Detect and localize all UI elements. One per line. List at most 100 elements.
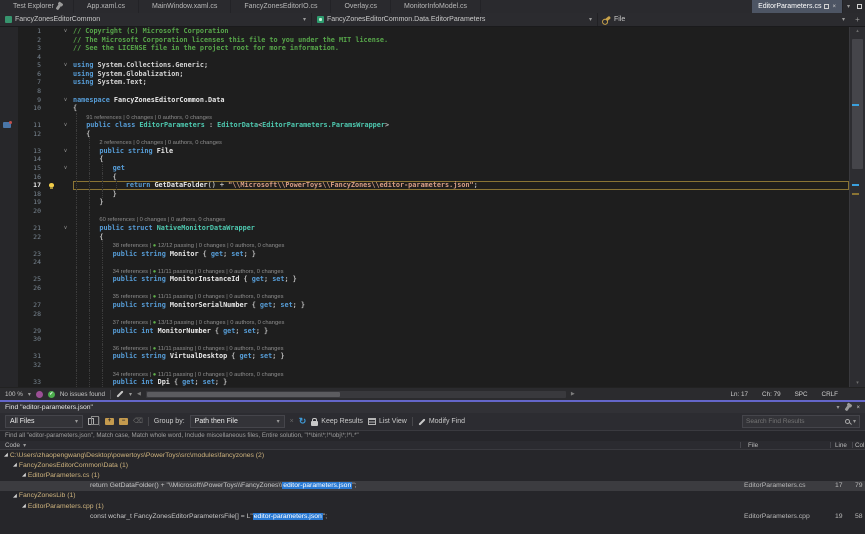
close-panel-icon[interactable]: × xyxy=(856,405,860,411)
clear-results-icon[interactable]: ⌫ xyxy=(133,418,143,425)
fold-marker[interactable]: ∨ xyxy=(58,147,73,156)
scroll-down-icon[interactable]: ▾ xyxy=(850,379,865,387)
reference-glyph-icon[interactable] xyxy=(3,122,11,128)
codelens-row[interactable]: 60 references | 0 changes | 0 authors, 0… xyxy=(0,215,849,224)
codelens-row[interactable]: 34 references | ● 11/11 passing | 0 chan… xyxy=(0,370,849,379)
code-line[interactable]: 31public string VirtualDesktop { get; se… xyxy=(0,352,849,361)
fold-marker[interactable]: ∨ xyxy=(58,96,73,105)
code-line[interactable]: 27public string MonitorSerialNumber { ge… xyxy=(0,301,849,310)
search-input[interactable] xyxy=(746,418,842,425)
column-divider[interactable] xyxy=(740,442,741,448)
code-editor[interactable]: 1∨// Copyright (c) Microsoft Corporation… xyxy=(0,27,865,387)
codelens-row[interactable]: 36 references | ● 11/11 passing | 0 chan… xyxy=(0,344,849,353)
column-divider[interactable] xyxy=(830,442,831,448)
code-line[interactable]: 18} xyxy=(0,190,849,199)
code-line[interactable]: 20 xyxy=(0,207,849,216)
tab-item[interactable]: FancyZonesEditorIO.cs xyxy=(231,0,331,13)
tab-item[interactable]: Overlay.cs xyxy=(331,0,391,13)
code-line[interactable]: 23public string Monitor { get; set; } xyxy=(0,250,849,259)
col-column-header[interactable]: Col xyxy=(855,441,864,450)
expand-arrow-icon[interactable]: ◢ xyxy=(22,472,26,478)
pin-icon[interactable] xyxy=(845,404,851,411)
codelens-row[interactable]: 37 references | ● 13/13 passing | 0 chan… xyxy=(0,318,849,327)
member-dropdown[interactable]: File xyxy=(598,13,850,26)
pin-icon[interactable] xyxy=(55,3,61,10)
expand-arrow-icon[interactable]: ◢ xyxy=(13,493,17,499)
code-line[interactable]: 13∨public string File xyxy=(0,147,849,156)
lightbulb-icon[interactable] xyxy=(49,183,54,187)
scope-dropdown[interactable]: All Files xyxy=(5,415,83,428)
expand-arrow-icon[interactable]: ◢ xyxy=(13,462,17,468)
code-line[interactable]: 2// The Microsoft Corporation licenses t… xyxy=(0,36,849,45)
code-line[interactable]: 6using System.Globalization; xyxy=(0,70,849,79)
code-line[interactable]: 9∨namespace FancyZonesEditorCommon.Data xyxy=(0,96,849,105)
chevron-down-icon[interactable] xyxy=(28,391,31,398)
fold-marker[interactable]: ∨ xyxy=(58,27,73,36)
code-line[interactable]: 7using System.Text; xyxy=(0,78,849,87)
find-result-row[interactable]: ◢C:\Users\zhaopengwang\Desktop\powertoys… xyxy=(0,450,865,460)
column-divider[interactable] xyxy=(852,442,853,448)
file-column-header[interactable]: File xyxy=(748,441,758,450)
tab-item[interactable]: MonitorInfoModel.cs xyxy=(391,0,481,13)
code-line[interactable]: 24 xyxy=(0,258,849,267)
code-line[interactable]: 16{ xyxy=(0,173,849,182)
code-line[interactable]: 25public string MonitorInstanceId { get;… xyxy=(0,275,849,284)
code-line[interactable]: 17return GetDataFolder() + "\\Microsoft\… xyxy=(0,181,849,190)
keep-results-button[interactable]: Keep Results xyxy=(311,418,363,426)
float-tab-button[interactable] xyxy=(854,0,865,13)
expand-all-icon[interactable]: + xyxy=(105,418,114,425)
codelens-row[interactable]: 34 references | ● 11/11 passing | 0 chan… xyxy=(0,267,849,276)
code-line[interactable]: 3// See the LICENSE file in the project … xyxy=(0,44,849,53)
refresh-icon[interactable]: ↻ xyxy=(299,417,307,426)
code-line[interactable]: 8 xyxy=(0,87,849,96)
codelens-row[interactable]: 91 references | 0 changes | 0 authors, 0… xyxy=(0,113,849,122)
space-indicator[interactable]: SPC xyxy=(795,391,808,398)
code-line[interactable]: 10{ xyxy=(0,104,849,113)
fold-marker[interactable]: ∨ xyxy=(58,61,73,70)
fold-marker[interactable]: ∨ xyxy=(58,121,73,130)
scroll-up-icon[interactable]: ▴ xyxy=(850,27,865,35)
code-line[interactable]: 28 xyxy=(0,310,849,319)
group-by-dropdown[interactable]: Path then File xyxy=(190,415,285,428)
eol-indicator[interactable]: CRLF xyxy=(822,391,838,398)
code-line[interactable]: 33public int Dpi { get; set; } xyxy=(0,378,849,387)
window-position-icon[interactable] xyxy=(836,404,839,411)
extension-status-icon[interactable] xyxy=(36,391,43,398)
code-line[interactable]: 26 xyxy=(0,284,849,293)
code-line[interactable]: 4 xyxy=(0,53,849,62)
type-dropdown[interactable]: FancyZonesEditorCommon.Data.EditorParame… xyxy=(312,13,598,26)
code-line[interactable]: 30 xyxy=(0,335,849,344)
find-results-title-bar[interactable]: Find "editor-parameters.json" × xyxy=(0,402,865,413)
code-line[interactable]: 1∨// Copyright (c) Microsoft Corporation xyxy=(0,27,849,36)
line-column-header[interactable]: Line xyxy=(835,441,847,450)
scroll-left-icon[interactable]: ◀ xyxy=(137,392,141,397)
find-result-row[interactable]: ◢EditorParameters.cs (1) xyxy=(0,470,865,480)
code-line[interactable]: 5∨using System.Collections.Generic; xyxy=(0,61,849,70)
find-result-row[interactable]: ◢FancyZonesEditorCommon\Data (1) xyxy=(0,460,865,470)
scroll-right-icon[interactable]: ▶ xyxy=(571,392,575,397)
collapse-all-icon[interactable]: − xyxy=(119,418,128,425)
code-line[interactable]: 21∨public struct NativeMonitorDataWrappe… xyxy=(0,224,849,233)
code-line[interactable]: 12{ xyxy=(0,130,849,139)
codelens-row[interactable]: 35 references | ● 11/11 passing | 0 chan… xyxy=(0,292,849,301)
code-line[interactable]: 11∨public class EditorParameters : Edito… xyxy=(0,121,849,130)
find-result-row[interactable]: ◢FancyZonesLib (1) xyxy=(0,491,865,501)
tab-list-dropdown-button[interactable] xyxy=(843,0,854,13)
issues-status[interactable]: No issues found xyxy=(60,391,105,398)
tab-item[interactable]: App.xaml.cs xyxy=(74,0,139,13)
keep-open-icon[interactable] xyxy=(824,4,829,9)
search-find-results-box[interactable] xyxy=(742,415,860,428)
code-line[interactable]: 22{ xyxy=(0,233,849,242)
scrollbar-thumb[interactable] xyxy=(147,392,340,397)
fold-marker[interactable]: ∨ xyxy=(58,164,73,173)
code-line[interactable]: 15∨get xyxy=(0,164,849,173)
expand-arrow-icon[interactable]: ◢ xyxy=(22,503,26,509)
horizontal-scrollbar[interactable] xyxy=(146,391,566,398)
find-result-row[interactable]: ◢EditorParameters.cpp (1) xyxy=(0,501,865,511)
fold-marker[interactable]: ∨ xyxy=(58,224,73,233)
chevron-down-icon[interactable] xyxy=(853,418,856,425)
close-tab-icon[interactable]: × xyxy=(832,4,836,10)
vertical-scrollbar[interactable]: ▴ ▾ xyxy=(849,27,865,387)
code-line[interactable]: 32 xyxy=(0,361,849,370)
split-editor-icon[interactable]: + xyxy=(850,13,865,26)
